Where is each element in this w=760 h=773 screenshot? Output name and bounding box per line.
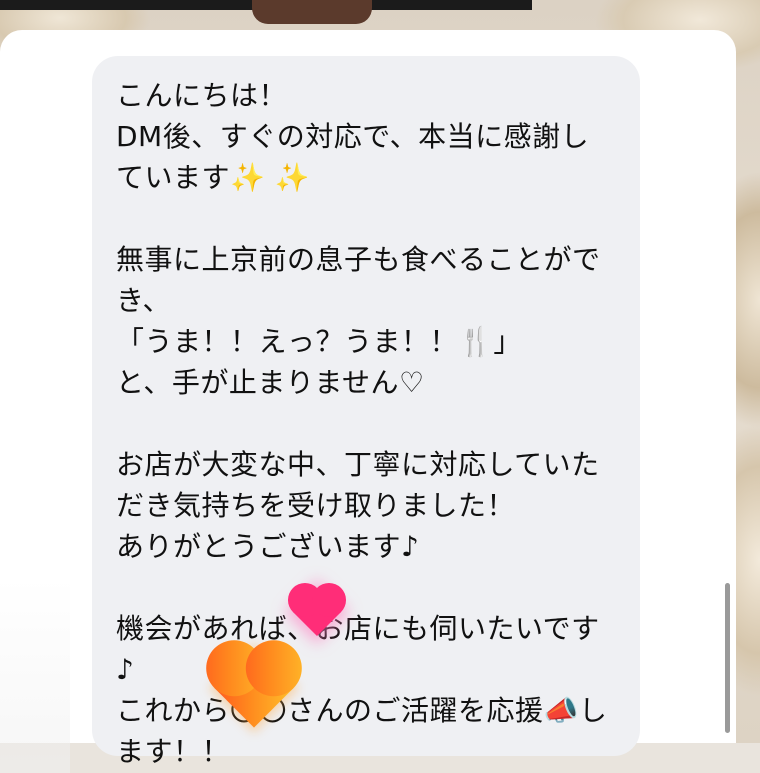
message-text: こんにちは！ DM後、すぐの対応で、本当に感謝し ています✨ ✨ 無事に上京前の… [116, 75, 626, 772]
message-line: 「うま！！えっ？うま！！🍴」 [116, 325, 522, 358]
message-line: ♪ [116, 653, 135, 686]
message-line: き、 [116, 284, 172, 317]
background-food-item [252, 0, 372, 24]
message-line: ありがとうございます♪ [116, 530, 420, 563]
message-line: と、手が止まりません♡ [116, 366, 425, 399]
message-line: DM後、すぐの対応で、本当に感謝し [116, 120, 590, 153]
message-line: だき気持ちを受け取りました！ [116, 489, 516, 522]
panel-fade [0, 578, 70, 773]
message-line: これから〇〇さんのご活躍を応援📣し [116, 694, 608, 727]
message-line: 機会があれば、お店にも伺いたいです [116, 612, 600, 645]
scrollbar[interactable] [725, 583, 730, 733]
message-line: こんにちは！ [116, 79, 288, 112]
message-line: 無事に上京前の息子も食べることがで [116, 243, 601, 276]
message-line: お店が大変な中、丁寧に対応していた [116, 448, 600, 481]
message-line: ます！！ [116, 735, 231, 768]
message-line: ています✨ ✨ [116, 161, 311, 194]
